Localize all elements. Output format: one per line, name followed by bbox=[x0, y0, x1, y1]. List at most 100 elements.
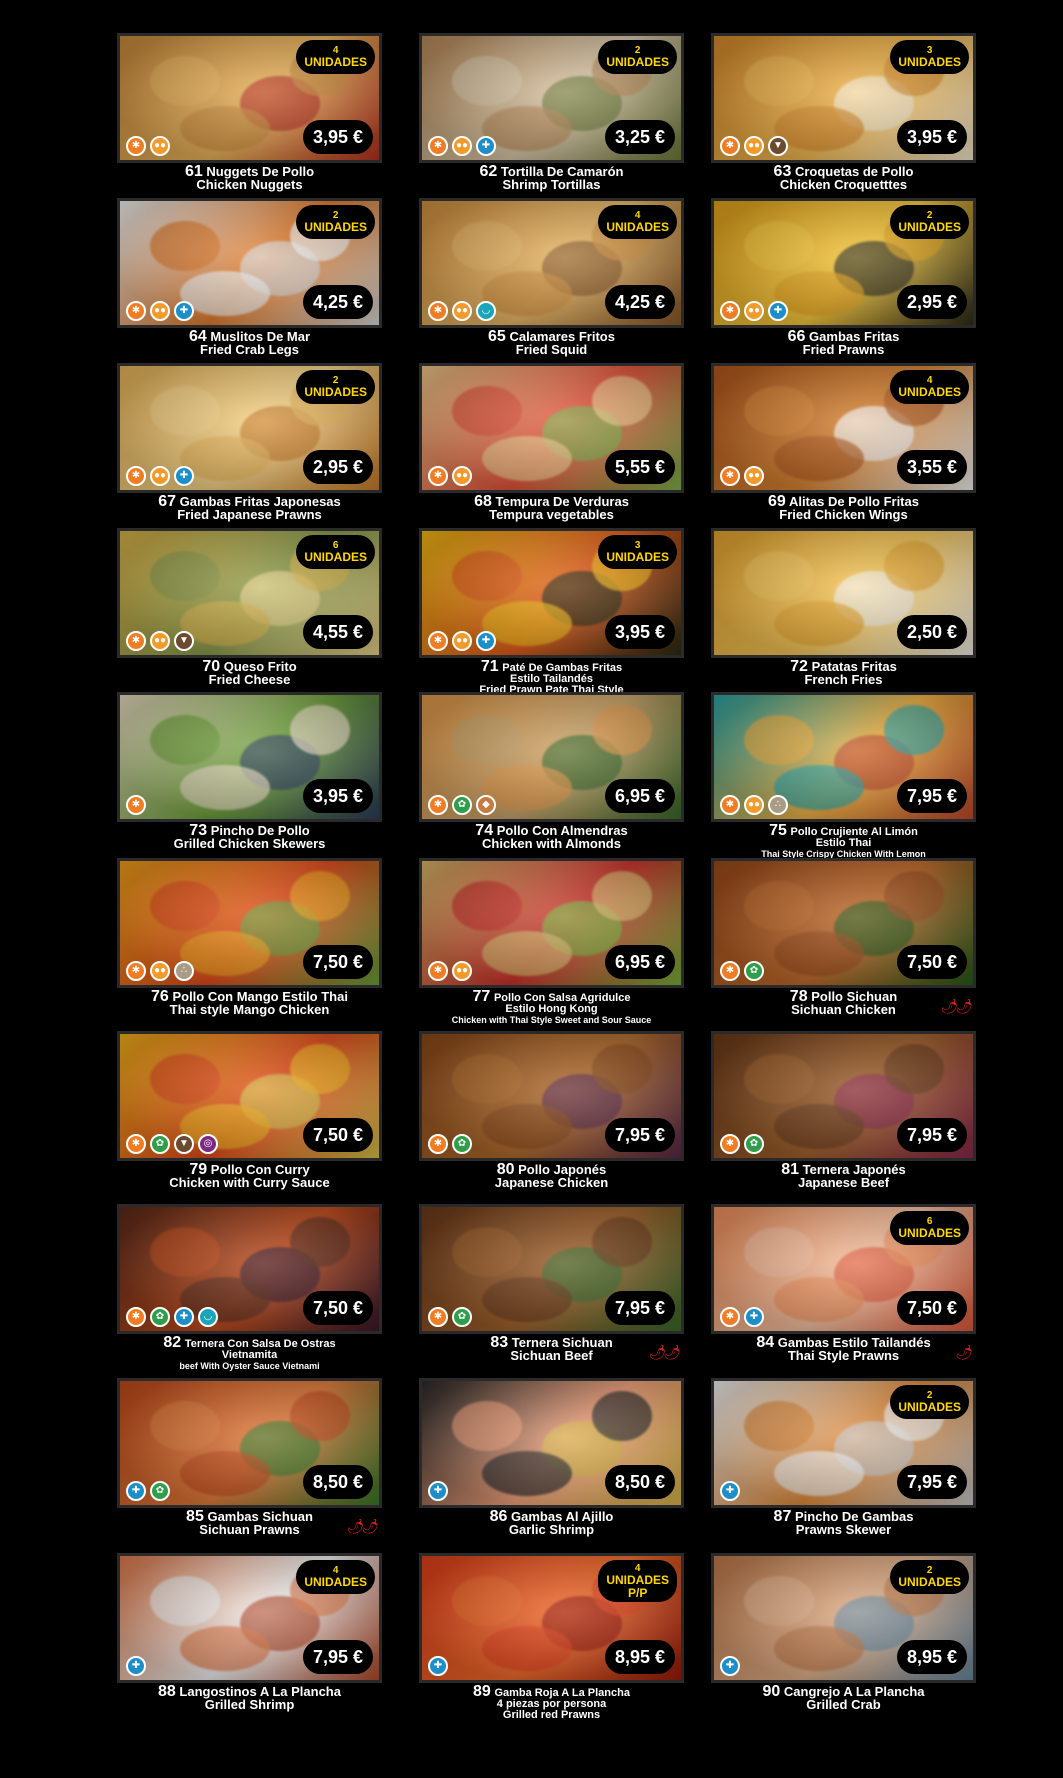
menu-item-69[interactable]: 4 UNIDADES 3,55 € ✱ ●● 69 Alitas De Pollo Fri… bbox=[711, 363, 976, 533]
allergen-icons: ✱ ●● ◡ bbox=[428, 301, 496, 321]
dish-caption: 74 Pollo Con Almendras Chicken with Almon… bbox=[419, 823, 684, 851]
egg-icon: ●● bbox=[744, 301, 764, 321]
menu-item-85[interactable]: 8,50 € ✚ ✿ 85 Gambas Sichuan Sichuan Prawns 🌶… bbox=[117, 1378, 382, 1548]
menu-item-86[interactable]: 8,50 € ✚ 86 Gambas Al Ajillo Garlic Shrimp bbox=[419, 1378, 684, 1548]
price-tag: 7,95 € bbox=[302, 1640, 373, 1674]
menu-item-72[interactable]: 2,50 € 72 Patatas Fritas French Fries bbox=[711, 528, 976, 698]
crab-icon: ✚ bbox=[428, 1481, 448, 1501]
menu-item-74[interactable]: 6,95 € ✱ ✿ ◆ 74 Pollo Con Almendras Chicken w… bbox=[419, 692, 684, 862]
menu-item-84[interactable]: 6 UNIDADES 7,50 € ✱ ✚ 84 Gambas Estilo Tailan… bbox=[711, 1204, 976, 1374]
dish-number: 86 bbox=[489, 1508, 508, 1525]
badge-unit: UNIDADES bbox=[898, 55, 961, 69]
menu-item-80[interactable]: 7,95 € ✱ ✿ 80 Pollo Japonés Japanese Chicken bbox=[419, 1031, 684, 1201]
allergen-icons: ✚ bbox=[428, 1656, 448, 1676]
menu-item-77[interactable]: 6,95 € ✱ ●● 77 Pollo Con Salsa Agridulce Est… bbox=[419, 858, 684, 1028]
gluten-icon: ✱ bbox=[126, 631, 146, 651]
dish-photo: 6,95 € ✱ ✿ ◆ bbox=[419, 692, 684, 822]
allergen-icons: ✚ ✿ bbox=[126, 1481, 170, 1501]
dish-caption: 81 Ternera Japonés Japanese Beef bbox=[711, 1162, 976, 1190]
menu-item-83[interactable]: 7,95 € ✱ ✿ 83 Ternera Sichuan Sichuan Beef 🌶🌶 bbox=[419, 1204, 684, 1374]
dish-photo: 2 UNIDADES 8,95 € ✚ bbox=[711, 1553, 976, 1683]
soy-icon: ✿ bbox=[452, 1307, 472, 1327]
dish-caption: 79 Pollo Con Curry Chicken with Curry Sau… bbox=[117, 1162, 382, 1190]
egg-icon: ●● bbox=[744, 466, 764, 486]
dish-caption: 69 Alitas De Pollo Fritas Fried Chicken W… bbox=[711, 494, 976, 522]
allergen-icons: ✱ ✚ bbox=[720, 1307, 764, 1327]
units-badge: 3 UNIDADES bbox=[890, 40, 969, 74]
dish-photo: 4 UNIDADES 3,55 € ✱ ●● bbox=[711, 363, 976, 493]
menu-item-87[interactable]: 2 UNIDADES 7,95 € ✚ 87 Pincho De Gambas Prawn… bbox=[711, 1378, 976, 1548]
dish-photo: 7,50 € ✱ ●● ∴ bbox=[117, 858, 382, 988]
dish-photo: 4 UNIDADES P/P 8,95 € ✚ bbox=[419, 1553, 684, 1683]
badge-unit: UNIDADES bbox=[304, 55, 367, 69]
dish-caption: 85 Gambas Sichuan Sichuan Prawns bbox=[117, 1509, 382, 1537]
gluten-icon: ✱ bbox=[428, 1134, 448, 1154]
dish-caption: 62 Tortilla De Camarón Shrimp Tortillas bbox=[419, 164, 684, 192]
price-tag: 7,95 € bbox=[604, 1118, 675, 1152]
dish-photo: 2 UNIDADES 2,95 € ✱ ●● ✚ bbox=[117, 363, 382, 493]
badge-unit: UNIDADES bbox=[606, 55, 669, 69]
price-tag: 3,95 € bbox=[302, 120, 373, 154]
menu-item-71[interactable]: 3 UNIDADES 3,95 € ✱ ●● ✚ 71 Paté De Gambas Fri… bbox=[419, 528, 684, 698]
menu-item-64[interactable]: 2 UNIDADES 4,25 € ✱ ●● ✚ 64 Muslitos De Mar Fri… bbox=[117, 198, 382, 368]
dish-caption: 83 Ternera Sichuan Sichuan Beef bbox=[419, 1335, 684, 1363]
dish-caption: 84 Gambas Estilo Tailandés Thai Style Pra… bbox=[711, 1334, 976, 1363]
menu-item-66[interactable]: 2 UNIDADES 2,95 € ✱ ●● ✚ 66 Gambas Fritas Fried… bbox=[711, 198, 976, 368]
allergen-icons: ✱ ✿ ◆ bbox=[428, 795, 496, 815]
menu-item-82[interactable]: 7,50 € ✱ ✿ ✚ ◡ 82 Ternera Con Salsa De Ostras… bbox=[117, 1204, 382, 1374]
dish-name-en: beef With Oyster Sauce Vietnami bbox=[179, 1361, 320, 1371]
allergen-icons: ✚ bbox=[428, 1481, 448, 1501]
units-badge: 2 UNIDADES bbox=[296, 205, 375, 239]
dish-name-en: Japanese Beef bbox=[797, 1175, 890, 1190]
menu-item-70[interactable]: 6 UNIDADES 4,55 € ✱ ●● ▼ 70 Queso Frito Fried C… bbox=[117, 528, 382, 698]
menu-item-89[interactable]: 4 UNIDADES P/P 8,95 € ✚ 89 Gamba Roja A La Pl… bbox=[419, 1553, 684, 1723]
price-tag: 7,95 € bbox=[604, 1291, 675, 1325]
dish-caption: 75 Pollo Crujiente Al Limón Estilo Thai Th… bbox=[711, 823, 976, 860]
price-tag: 5,55 € bbox=[604, 450, 675, 484]
allergen-icons: ✱ ●● ▼ bbox=[720, 136, 788, 156]
dish-name-es-line2: Estilo Thai bbox=[815, 837, 872, 849]
menu-item-73[interactable]: 3,95 € ✱ 73 Pincho De Pollo Grilled Chicken… bbox=[117, 692, 382, 862]
dish-photo: 7,95 € ✱ ✿ bbox=[419, 1204, 684, 1334]
menu-item-65[interactable]: 4 UNIDADES 4,25 € ✱ ●● ◡ 65 Calamares Fritos Fr… bbox=[419, 198, 684, 368]
menu-item-81[interactable]: 7,95 € ✱ ✿ 81 Ternera Japonés Japanese Beef bbox=[711, 1031, 976, 1201]
dish-caption: 86 Gambas Al Ajillo Garlic Shrimp bbox=[419, 1508, 684, 1537]
egg-icon: ●● bbox=[150, 631, 170, 651]
allergen-icons: ✚ bbox=[720, 1481, 740, 1501]
menu-item-68[interactable]: 5,55 € ✱ ●● 68 Tempura De Verduras Tempura v… bbox=[419, 363, 684, 533]
menu-item-78[interactable]: 7,50 € ✱ ✿ 78 Pollo Sichuan Sichuan Chicken 🌶… bbox=[711, 858, 976, 1028]
soy-icon: ✿ bbox=[744, 961, 764, 981]
menu-item-75[interactable]: 7,95 € ✱ ●● ∴ 75 Pollo Crujiente Al Limón Est… bbox=[711, 692, 976, 862]
dish-name-en: Chicken Nuggets bbox=[196, 177, 303, 192]
menu-item-67[interactable]: 2 UNIDADES 2,95 € ✱ ●● ✚ 67 Gambas Fritas Japo… bbox=[117, 363, 382, 533]
dish-name-en: Prawns Skewer bbox=[795, 1522, 892, 1537]
menu-item-79[interactable]: 7,50 € ✱ ✿ ▼ ◎ 79 Pollo Con Curry Chicken with… bbox=[117, 1031, 382, 1201]
menu-item-90[interactable]: 2 UNIDADES 8,95 € ✚ 90 Cangrejo A La Plancha… bbox=[711, 1553, 976, 1723]
dish-photo: 7,95 € ✱ ✿ bbox=[419, 1031, 684, 1161]
allergen-icons: ✱ ✿ bbox=[428, 1307, 472, 1327]
crab-icon: ✚ bbox=[476, 136, 496, 156]
price-tag: 3,25 € bbox=[604, 120, 675, 154]
menu-item-62[interactable]: 2 UNIDADES 3,25 € ✱ ●● ✚ 62 Tortilla De Camaró… bbox=[419, 33, 684, 203]
menu-item-88[interactable]: 4 UNIDADES 7,95 € ✚ 88 Langostinos A La Plan… bbox=[117, 1553, 382, 1723]
menu-item-63[interactable]: 3 UNIDADES 3,95 € ✱ ●● ▼ 63 Croquetas de Pollo… bbox=[711, 33, 976, 203]
price-tag: 3,95 € bbox=[302, 779, 373, 813]
badge-unit: UNIDADES bbox=[304, 550, 367, 564]
price-tag: 8,95 € bbox=[896, 1640, 967, 1674]
dish-number: 84 bbox=[756, 1334, 775, 1351]
dish-photo: 3 UNIDADES 3,95 € ✱ ●● ✚ bbox=[419, 528, 684, 658]
dish-number: 67 bbox=[158, 493, 177, 510]
milk-icon: ▼ bbox=[174, 631, 194, 651]
units-badge: 6 UNIDADES bbox=[296, 535, 375, 569]
dish-name-en: Fried Chicken Wings bbox=[779, 507, 908, 522]
dish-photo: 3 UNIDADES 3,95 € ✱ ●● ▼ bbox=[711, 33, 976, 163]
menu-item-61[interactable]: 4 UNIDADES 3,95 € ✱ ●● 61 Nuggets De Pollo Chi… bbox=[117, 33, 382, 203]
price-tag: 4,25 € bbox=[604, 285, 675, 319]
units-badge: 4 UNIDADES bbox=[296, 40, 375, 74]
units-badge: 6 UNIDADES bbox=[890, 1211, 969, 1245]
dish-number: 76 bbox=[151, 988, 169, 1005]
menu-item-76[interactable]: 7,50 € ✱ ●● ∴ 76 Pollo Con Mango Estilo Thai… bbox=[117, 858, 382, 1028]
dish-caption: 73 Pincho De Pollo Grilled Chicken Skewer… bbox=[117, 823, 382, 851]
egg-icon: ●● bbox=[150, 466, 170, 486]
dish-caption: 68 Tempura De Verduras Tempura vegetables bbox=[419, 494, 684, 522]
